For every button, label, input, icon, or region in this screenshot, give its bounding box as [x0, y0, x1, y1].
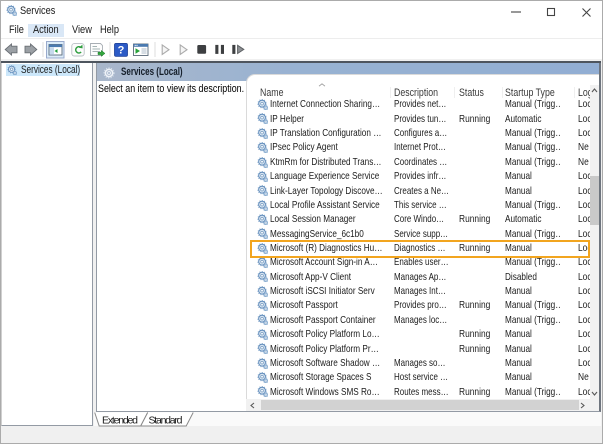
svg-text:Standard: Standard [148, 414, 182, 426]
svg-text:Extended: Extended [102, 414, 138, 426]
svg-text:?: ? [118, 44, 125, 56]
